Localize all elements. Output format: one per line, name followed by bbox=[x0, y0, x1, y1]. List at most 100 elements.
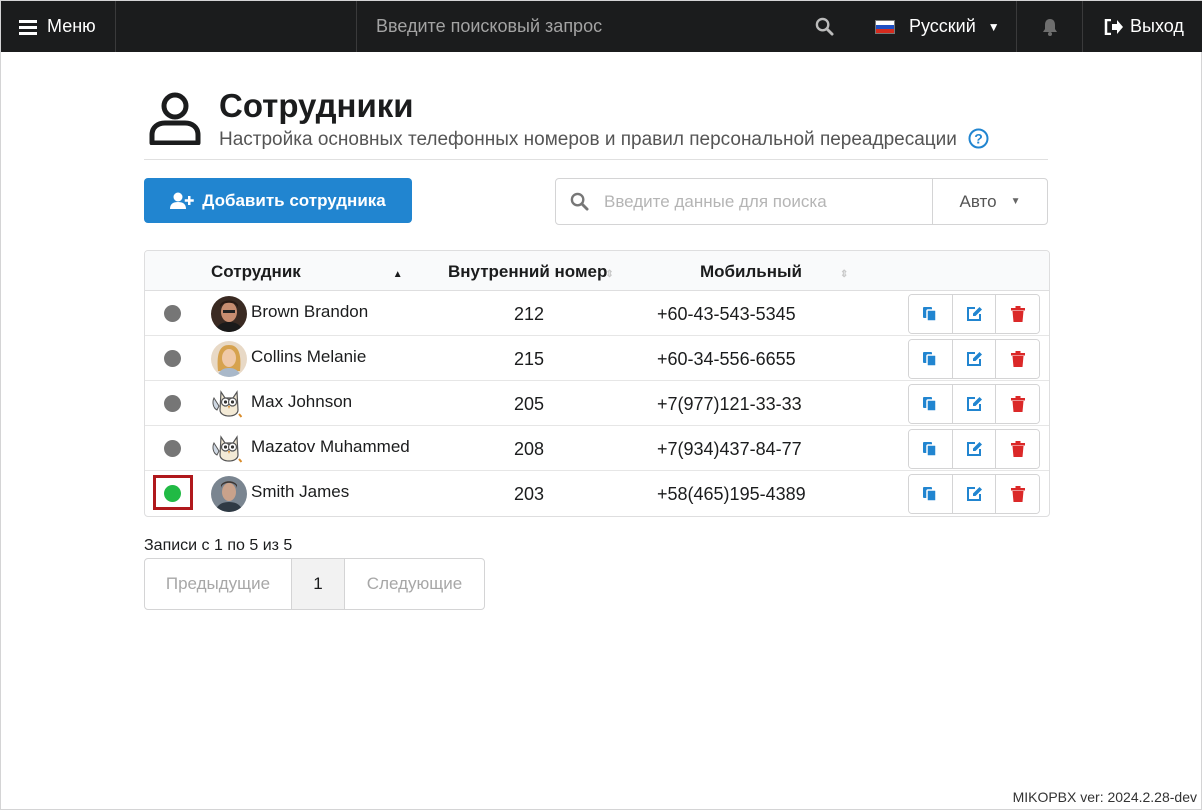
add-user-icon bbox=[170, 192, 195, 209]
sort-icon: ⇕ bbox=[839, 269, 849, 280]
page-subtitle: Настройка основных телефонных номеров и … bbox=[219, 128, 989, 151]
status-indicator bbox=[164, 395, 181, 412]
top-navbar: Меню Русский ▼ Выход bbox=[1, 1, 1202, 52]
sign-out-icon bbox=[1104, 18, 1123, 35]
edit-icon bbox=[966, 307, 982, 321]
table-row[interactable]: Smith James 203 +58(465)195-4389 bbox=[145, 471, 1049, 516]
chevron-down-icon: ▼ bbox=[1010, 196, 1021, 207]
page-size-value: Авто bbox=[959, 191, 997, 211]
avatar bbox=[211, 431, 247, 467]
row-actions bbox=[908, 474, 1040, 514]
edit-icon bbox=[966, 352, 982, 366]
add-employee-label: Добавить сотрудника bbox=[202, 190, 386, 210]
delete-button[interactable] bbox=[996, 385, 1039, 423]
mobile-number: +60-43-543-5345 bbox=[657, 304, 796, 324]
pagination: Предыдущие 1 Следующие bbox=[144, 558, 485, 610]
copy-button[interactable] bbox=[909, 385, 953, 423]
copy-icon bbox=[923, 397, 938, 412]
employee-search-input[interactable] bbox=[602, 179, 932, 224]
sort-asc-icon: ▲ bbox=[392, 269, 403, 280]
table-row[interactable]: Mazatov Muhammed 208 +7(934)437-84-77 bbox=[145, 426, 1049, 471]
page-1-button[interactable]: 1 bbox=[292, 559, 345, 609]
employees-table: Сотрудник ▲ Внутренний номер⇕ Мобильный ⇕ … bbox=[144, 250, 1050, 517]
row-actions bbox=[908, 384, 1040, 424]
add-employee-button[interactable]: Добавить сотрудника bbox=[144, 178, 412, 223]
table-row[interactable]: Max Johnson 205 +7(977)121-33-33 bbox=[145, 381, 1049, 426]
copy-icon bbox=[923, 487, 938, 502]
table-row[interactable]: Collins Melanie 215 +60-34-556-6655 bbox=[145, 336, 1049, 381]
copy-icon bbox=[923, 307, 938, 322]
extension-number: 205 bbox=[514, 394, 545, 414]
employee-search: Авто ▼ bbox=[555, 178, 1048, 225]
next-page-button[interactable]: Следующие bbox=[345, 559, 484, 609]
edit-button[interactable] bbox=[952, 430, 997, 468]
delete-button[interactable] bbox=[996, 475, 1039, 513]
employee-name: Max Johnson bbox=[251, 392, 353, 411]
row-actions bbox=[908, 339, 1040, 379]
copy-button[interactable] bbox=[909, 295, 953, 333]
avatar bbox=[211, 476, 247, 512]
page-subtitle-text: Настройка основных телефонных номеров и … bbox=[219, 129, 957, 150]
status-indicator bbox=[164, 485, 181, 502]
table-body: Brown Brandon 212 +60-43-543-5345 Collin… bbox=[145, 291, 1049, 516]
menu-label: Меню bbox=[47, 16, 96, 36]
trash-icon bbox=[1010, 306, 1025, 322]
delete-button[interactable] bbox=[996, 295, 1039, 333]
employee-name: Smith James bbox=[251, 482, 350, 501]
status-indicator bbox=[164, 350, 181, 367]
extension-number: 203 bbox=[514, 484, 545, 504]
logout-button[interactable]: Выход bbox=[1084, 1, 1202, 52]
bell-icon bbox=[1042, 18, 1057, 36]
extension-number: 208 bbox=[514, 439, 545, 459]
edit-icon bbox=[966, 442, 982, 456]
extension-number: 215 bbox=[514, 349, 545, 369]
avatar bbox=[211, 296, 247, 332]
search-icon bbox=[556, 179, 602, 224]
employee-name: Brown Brandon bbox=[251, 302, 369, 321]
language-label: Русский bbox=[909, 16, 976, 36]
trash-icon bbox=[1010, 486, 1025, 502]
delete-button[interactable] bbox=[996, 430, 1039, 468]
status-indicator bbox=[164, 440, 181, 457]
mobile-number: +60-34-556-6655 bbox=[657, 349, 796, 369]
menu-button[interactable]: Меню bbox=[1, 1, 116, 52]
row-actions bbox=[908, 294, 1040, 334]
edit-button[interactable] bbox=[952, 340, 997, 378]
row-actions bbox=[908, 429, 1040, 469]
russia-flag-icon bbox=[875, 19, 895, 34]
table-header: Сотрудник ▲ Внутренний номер⇕ Мобильный ⇕ bbox=[145, 251, 1049, 291]
page-size-dropdown[interactable]: Авто ▼ bbox=[932, 179, 1047, 224]
delete-button[interactable] bbox=[996, 340, 1039, 378]
copy-button[interactable] bbox=[909, 430, 953, 468]
trash-icon bbox=[1010, 351, 1025, 367]
extension-number: 212 bbox=[514, 304, 545, 324]
mobile-number: +58(465)195-4389 bbox=[657, 484, 806, 504]
edit-button[interactable] bbox=[952, 385, 997, 423]
svg-text:?: ? bbox=[974, 130, 983, 146]
search-icon[interactable] bbox=[815, 17, 834, 36]
edit-button[interactable] bbox=[952, 475, 997, 513]
column-header-extension[interactable]: Внутренний номер⇕ bbox=[448, 262, 614, 282]
edit-icon bbox=[966, 487, 982, 501]
edit-button[interactable] bbox=[952, 295, 997, 333]
sort-icon: ⇕ bbox=[605, 269, 614, 280]
trash-icon bbox=[1010, 441, 1025, 457]
header-divider bbox=[144, 159, 1048, 160]
version-label: MIKOPBX ver: 2024.2.28-dev bbox=[1012, 789, 1197, 805]
avatar bbox=[211, 341, 247, 377]
notifications-button[interactable] bbox=[1016, 1, 1083, 52]
column-header-employee[interactable]: Сотрудник ▲ bbox=[211, 262, 403, 282]
copy-icon bbox=[923, 352, 938, 367]
previous-page-button[interactable]: Предыдущие bbox=[145, 559, 292, 609]
avatar bbox=[211, 386, 247, 422]
copy-button[interactable] bbox=[909, 475, 953, 513]
column-header-mobile[interactable]: Мобильный ⇕ bbox=[700, 262, 848, 282]
copy-button[interactable] bbox=[909, 340, 953, 378]
language-dropdown[interactable]: Русский ▼ bbox=[875, 1, 1000, 52]
employee-name: Collins Melanie bbox=[251, 347, 367, 366]
logout-label: Выход bbox=[1130, 16, 1184, 36]
hamburger-icon bbox=[19, 19, 37, 35]
help-icon[interactable]: ? bbox=[968, 128, 989, 149]
employee-name: Mazatov Muhammed bbox=[251, 437, 410, 456]
table-row[interactable]: Brown Brandon 212 +60-43-543-5345 bbox=[145, 291, 1049, 336]
